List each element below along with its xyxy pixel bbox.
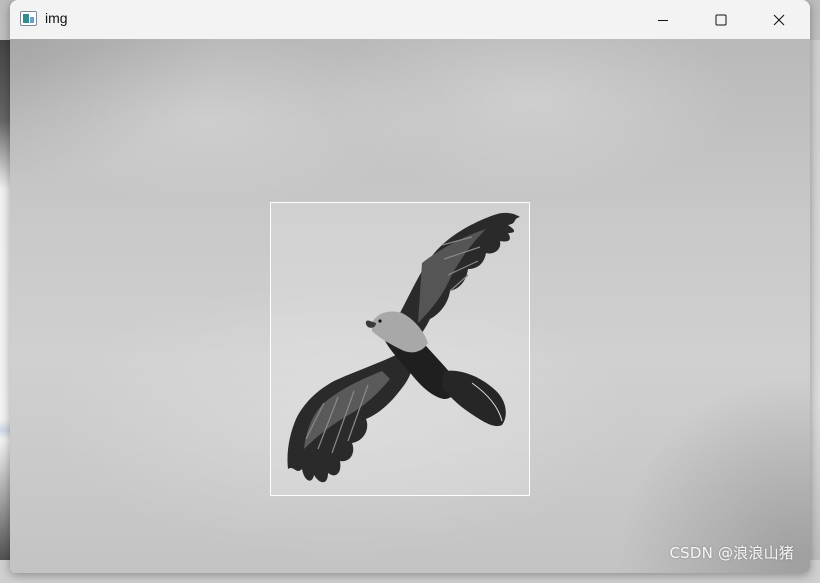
close-button[interactable] (750, 0, 808, 39)
csdn-watermark: CSDN @浪浪山猪 (669, 544, 794, 562)
close-icon (773, 14, 785, 25)
image-window: img CSDN @浪浪山猪 (10, 0, 810, 573)
maximize-icon (715, 14, 727, 25)
title-bar[interactable]: img (10, 0, 810, 39)
minimize-button[interactable] (634, 0, 692, 39)
eagle-image (287, 212, 520, 483)
app-icon (20, 11, 37, 26)
window-title: img (45, 10, 68, 26)
maximize-button[interactable] (692, 0, 750, 39)
image-canvas: CSDN @浪浪山猪 (10, 39, 810, 573)
minimize-icon (658, 19, 668, 21)
